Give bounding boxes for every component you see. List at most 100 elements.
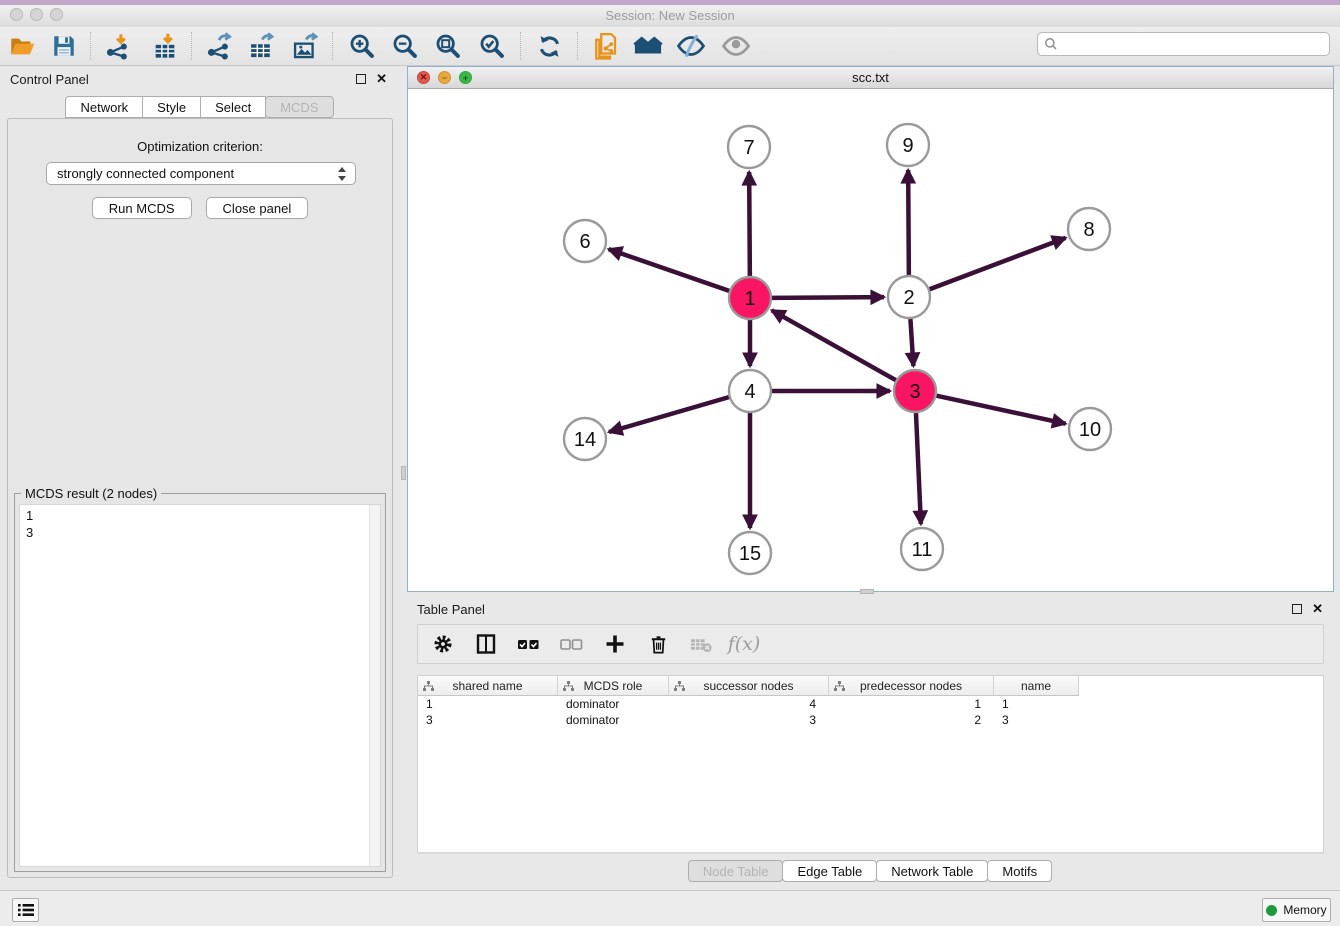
graph-edge-1-7[interactable] xyxy=(749,172,750,276)
cell-successor-nodes[interactable]: 4 xyxy=(669,696,829,712)
network-view-window: ✕ − + scc.txt 7 9 6 8 1 2 4 3 14 10 15 11 xyxy=(407,66,1334,592)
tab-style[interactable]: Style xyxy=(142,96,201,118)
refresh-button[interactable] xyxy=(532,30,566,62)
graph-edge-2-8[interactable] xyxy=(930,238,1066,289)
float-table-panel-icon[interactable] xyxy=(1292,604,1302,614)
toolbar-separator xyxy=(520,32,521,60)
network-canvas[interactable]: 7 9 6 8 1 2 4 3 14 10 15 11 xyxy=(408,89,1333,591)
tab-network-table[interactable]: Network Table xyxy=(876,860,988,882)
network-window-titlebar[interactable]: ✕ − + scc.txt xyxy=(408,67,1333,89)
memory-button[interactable]: Memory xyxy=(1262,898,1331,922)
table-row[interactable]: 3dominator323 xyxy=(418,712,1323,728)
criterion-dropdown[interactable]: strongly connected component xyxy=(46,162,356,185)
table-panel: Table Panel ✕ xyxy=(407,596,1334,888)
graph-node-15[interactable]: 15 xyxy=(729,532,771,574)
cell-name[interactable]: 3 xyxy=(994,712,1079,728)
cell-predecessor-nodes[interactable]: 1 xyxy=(829,696,994,712)
table-row[interactable]: 1dominator411 xyxy=(418,696,1323,712)
graph-node-4[interactable]: 4 xyxy=(729,370,771,412)
tab-select[interactable]: Select xyxy=(200,96,266,118)
column-header-successor-nodes[interactable]: successor nodes xyxy=(669,676,829,696)
cell-name[interactable]: 1 xyxy=(994,696,1079,712)
graph-node-10[interactable]: 10 xyxy=(1069,408,1111,450)
column-layout-button[interactable] xyxy=(473,631,499,657)
open-session-button[interactable] xyxy=(5,30,39,62)
export-table-button[interactable] xyxy=(244,30,278,62)
zoom-out-button[interactable] xyxy=(388,30,422,62)
open-folder-icon xyxy=(9,33,36,60)
table-settings-button[interactable] xyxy=(430,631,456,657)
graph-node-14[interactable]: 14 xyxy=(564,418,606,460)
delete-column-button[interactable] xyxy=(645,631,671,657)
graph-edge-1-2[interactable] xyxy=(772,297,884,298)
tab-motifs[interactable]: Motifs xyxy=(987,860,1052,882)
graph-node-11[interactable]: 11 xyxy=(901,528,943,570)
application-window: Session: New Session xyxy=(0,0,1340,926)
search-input[interactable] xyxy=(1058,37,1323,51)
task-history-button[interactable] xyxy=(12,898,39,922)
close-table-panel-icon[interactable]: ✕ xyxy=(1312,601,1323,617)
close-panel-button[interactable]: Close panel xyxy=(206,197,309,219)
cell-predecessor-nodes[interactable]: 2 xyxy=(829,712,994,728)
zoom-in-icon xyxy=(348,32,376,60)
graph-edge-3-1[interactable] xyxy=(772,310,896,380)
new-network-from-selection-button[interactable] xyxy=(588,30,622,62)
graph-node-1[interactable]: 1 xyxy=(729,277,771,319)
import-table-button[interactable] xyxy=(148,30,182,62)
tab-edge-table[interactable]: Edge Table xyxy=(782,860,877,882)
graph-edge-1-6[interactable] xyxy=(609,249,730,291)
column-header-name[interactable]: name xyxy=(994,676,1079,696)
import-table-icon xyxy=(151,32,179,60)
splitter-handle[interactable] xyxy=(401,466,406,480)
search-field[interactable] xyxy=(1037,32,1330,56)
eye-icon xyxy=(721,31,751,61)
column-header-shared-name[interactable]: shared name xyxy=(418,676,558,696)
show-graphics-details-button[interactable] xyxy=(719,30,753,62)
export-network-button[interactable] xyxy=(202,30,236,62)
table-panel-title: Table Panel xyxy=(417,602,485,617)
close-panel-icon[interactable]: ✕ xyxy=(376,71,387,87)
tab-network[interactable]: Network xyxy=(65,96,143,118)
save-session-button[interactable] xyxy=(47,30,81,62)
zoom-fit-button[interactable] xyxy=(431,30,465,62)
graph-node-3[interactable]: 3 xyxy=(894,370,936,412)
graph-edge-3-10[interactable] xyxy=(936,396,1065,424)
tab-node-table[interactable]: Node Table xyxy=(688,860,784,882)
svg-text:2: 2 xyxy=(903,287,914,309)
column-header-predecessor-nodes[interactable]: predecessor nodes xyxy=(829,676,994,696)
graph-edge-4-14[interactable] xyxy=(609,397,729,432)
export-image-button[interactable] xyxy=(288,30,322,62)
hide-graphics-details-button[interactable] xyxy=(674,30,708,62)
network-splitter-handle[interactable] xyxy=(860,589,874,594)
run-mcds-button[interactable]: Run MCDS xyxy=(92,197,192,219)
result-scrollbar[interactable] xyxy=(369,505,380,866)
import-network-button[interactable] xyxy=(101,30,135,62)
export-network-icon xyxy=(205,32,233,60)
graph-node-8[interactable]: 8 xyxy=(1068,208,1110,250)
cell-MCDS-role[interactable]: dominator xyxy=(558,712,669,728)
zoom-in-button[interactable] xyxy=(345,30,379,62)
cell-shared-name[interactable]: 3 xyxy=(418,712,558,728)
graph-edge-2-9[interactable] xyxy=(908,170,909,275)
add-column-button[interactable] xyxy=(602,631,628,657)
graph-node-9[interactable]: 9 xyxy=(887,124,929,166)
float-panel-icon[interactable] xyxy=(356,74,366,84)
graph-node-7[interactable]: 7 xyxy=(728,126,770,168)
tab-mcds[interactable]: MCDS xyxy=(265,96,333,118)
column-type-icon xyxy=(674,681,685,692)
function-builder-button: f(x) xyxy=(731,631,757,657)
cell-successor-nodes[interactable]: 3 xyxy=(669,712,829,728)
deselect-all-columns-button[interactable] xyxy=(559,631,585,657)
graph-node-2[interactable]: 2 xyxy=(888,276,930,318)
column-header-MCDS-role[interactable]: MCDS role xyxy=(558,676,669,696)
cell-shared-name[interactable]: 1 xyxy=(418,696,558,712)
node-table: shared nameMCDS rolesuccessor nodesprede… xyxy=(417,675,1324,852)
graph-node-6[interactable]: 6 xyxy=(564,220,606,262)
mcds-result-textarea[interactable]: 1 3 xyxy=(19,504,381,867)
zoom-selected-button[interactable] xyxy=(475,30,509,62)
graph-edge-3-11[interactable] xyxy=(916,413,921,524)
network-overview-button[interactable] xyxy=(631,30,665,62)
graph-edge-2-3[interactable] xyxy=(910,319,913,366)
cell-MCDS-role[interactable]: dominator xyxy=(558,696,669,712)
select-all-columns-button[interactable] xyxy=(516,631,542,657)
